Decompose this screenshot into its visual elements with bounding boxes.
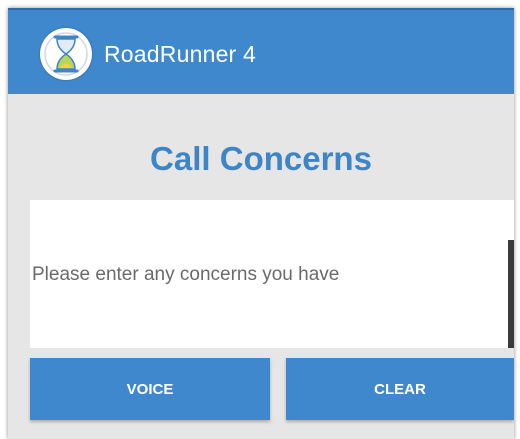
app-bar: RoadRunner 4 [8,8,514,94]
clear-button-label: CLEAR [374,380,426,398]
concerns-input[interactable] [30,200,514,348]
app-title: RoadRunner 4 [104,41,257,67]
app-window: RoadRunner 4 Call Concerns VOICE CLEAR [8,8,514,439]
concerns-field[interactable] [30,200,514,348]
voice-button-label: VOICE [126,380,174,398]
voice-button[interactable]: VOICE [30,358,270,420]
clear-button[interactable]: CLEAR [286,358,514,420]
scroll-edge [508,240,514,348]
hourglass-logo-icon [40,28,92,80]
page-title: Call Concerns [150,140,372,177]
